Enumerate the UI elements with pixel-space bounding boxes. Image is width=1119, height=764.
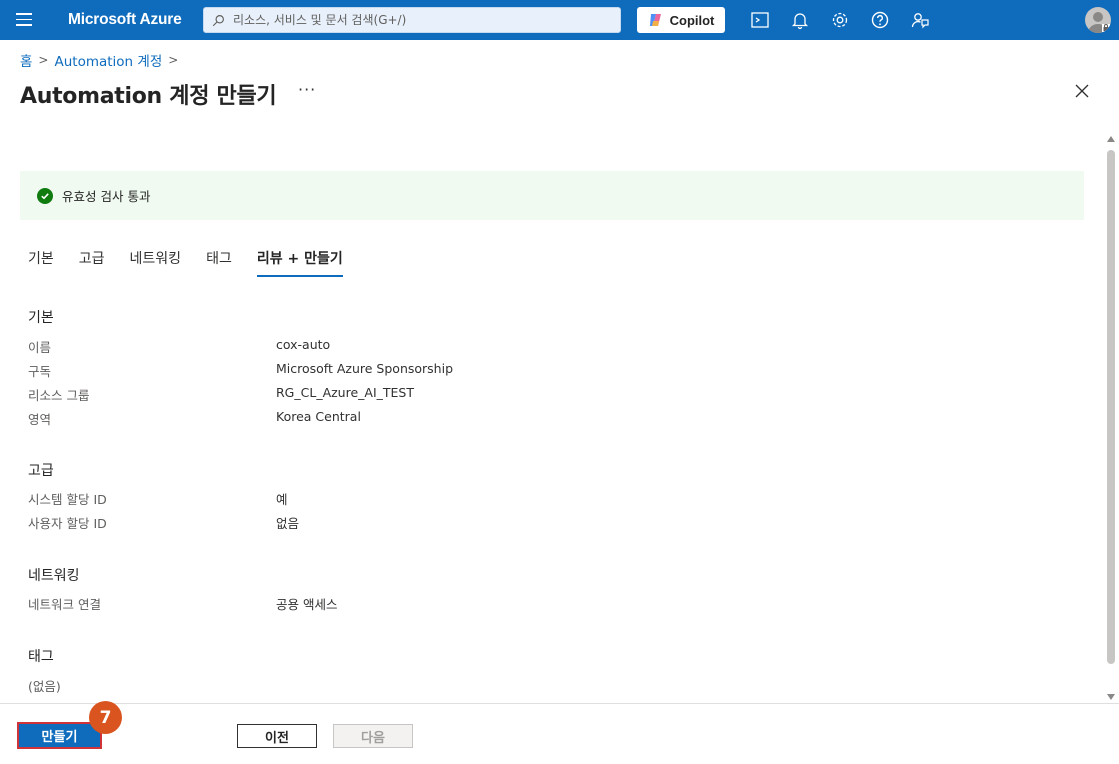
- summary-value: Microsoft Azure Sponsorship: [276, 361, 454, 376]
- validation-banner: 유효성 검사 통과: [20, 171, 1084, 220]
- summary-value: 없음: [276, 516, 300, 531]
- copilot-icon: [649, 14, 661, 26]
- summary-label: 네트워크 연결: [28, 597, 101, 612]
- chevron-right-icon: >: [168, 53, 179, 67]
- user-icon: [1088, 12, 1110, 33]
- wizard-footer: [0, 703, 1119, 764]
- summary-label: 리소스 그룹: [28, 388, 90, 403]
- summary-value: 예: [276, 492, 288, 507]
- menu-icon[interactable]: [16, 13, 32, 27]
- breadcrumb-automation[interactable]: Automation 계정: [54, 50, 162, 70]
- summary-value: RG_CL_Azure_AI_TEST: [276, 385, 414, 400]
- tab-networking[interactable]: 네트워킹: [130, 248, 182, 277]
- more-options-button[interactable]: ···: [298, 80, 316, 99]
- feedback-icon[interactable]: [910, 10, 930, 30]
- summary-label: 사용자 할당 ID: [28, 516, 107, 531]
- tags-empty: (없음): [28, 679, 61, 694]
- wizard-tabs: 기본 고급 네트워킹 태그 리뷰 + 만들기: [28, 248, 368, 277]
- page-title: Automation 계정 만들기: [20, 84, 277, 109]
- summary-label: 이름: [28, 340, 52, 355]
- top-bar: Microsoft Azure Copilot: [0, 0, 1119, 40]
- section-title-tags: 태그: [28, 649, 54, 665]
- section-title-advanced: 고급: [28, 463, 54, 479]
- summary-label: 시스템 할당 ID: [28, 492, 107, 507]
- copilot-label: Copilot: [669, 12, 715, 28]
- help-icon[interactable]: [870, 10, 890, 30]
- cloud-shell-icon[interactable]: [750, 10, 770, 30]
- section-title-basic: 기본: [28, 310, 54, 326]
- summary-value: cox-auto: [276, 337, 331, 352]
- copilot-button[interactable]: Copilot: [637, 7, 725, 33]
- step-badge: 7: [89, 701, 122, 734]
- scroll-up-icon[interactable]: [1107, 136, 1115, 142]
- breadcrumb-home[interactable]: 홈: [20, 50, 32, 70]
- tab-basic[interactable]: 기본: [28, 248, 54, 277]
- create-button[interactable]: 만들기: [17, 722, 102, 749]
- tab-review-create[interactable]: 리뷰 + 만들기: [256, 248, 343, 277]
- summary-label: 구독: [28, 364, 52, 379]
- close-icon[interactable]: [1074, 83, 1090, 99]
- breadcrumb: 홈 > Automation 계정 >: [20, 50, 178, 70]
- scroll-down-icon[interactable]: [1107, 694, 1115, 700]
- summary-value: Korea Central: [276, 409, 361, 424]
- validation-message: 유효성 검사 통과: [62, 189, 151, 204]
- search-input[interactable]: [233, 13, 613, 27]
- check-circle-icon: [37, 187, 53, 204]
- summary-value: 공용 액세스: [276, 597, 338, 612]
- previous-button[interactable]: 이전: [237, 724, 317, 748]
- gear-icon[interactable]: [830, 10, 850, 30]
- bell-icon[interactable]: [790, 10, 810, 30]
- chevron-right-icon: >: [38, 53, 49, 67]
- vertical-scrollbar[interactable]: [1104, 134, 1118, 702]
- section-title-networking: 네트워킹: [28, 568, 80, 584]
- tab-tags[interactable]: 태그: [206, 248, 232, 277]
- summary-label: 영역: [28, 412, 52, 427]
- search-box[interactable]: [203, 7, 621, 33]
- scrollbar-thumb[interactable]: [1107, 150, 1115, 664]
- tab-advanced[interactable]: 고급: [79, 248, 105, 277]
- brand-label[interactable]: Microsoft Azure: [68, 11, 182, 29]
- next-button: 다음: [333, 724, 413, 748]
- search-icon: [212, 14, 224, 26]
- avatar[interactable]: [1085, 7, 1111, 33]
